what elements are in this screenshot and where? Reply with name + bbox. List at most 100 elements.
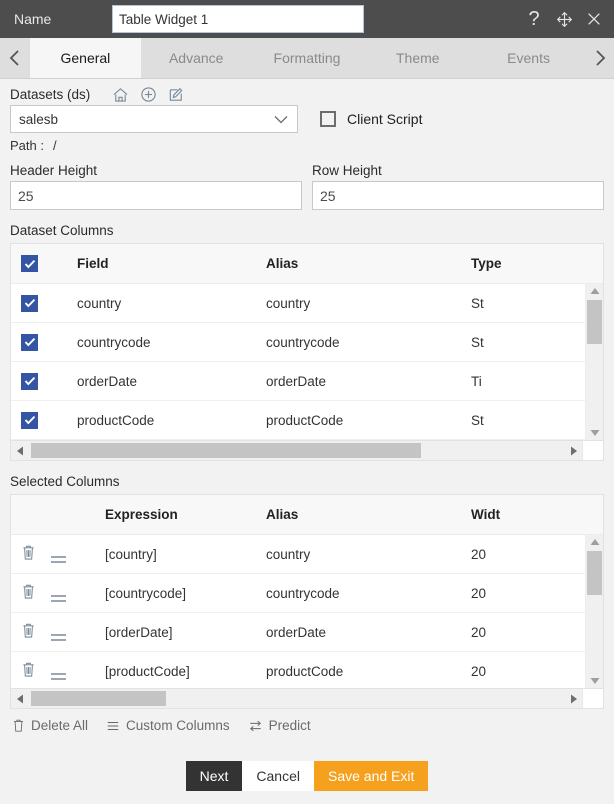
dataset-select[interactable]: salesb: [10, 105, 298, 133]
save-and-exit-button[interactable]: Save and Exit: [314, 761, 429, 791]
drag-row-cell: [51, 624, 89, 641]
cell-width[interactable]: 20: [469, 664, 586, 679]
tab-general[interactable]: General: [30, 38, 141, 78]
selected-columns-header-row: Expression Alias Widt: [11, 495, 603, 535]
scroll-up-icon[interactable]: [590, 535, 600, 549]
selected-columns-vertical-scrollbar[interactable]: [585, 535, 603, 688]
trash-icon[interactable]: [21, 661, 36, 678]
selected-columns-grid: Expression Alias Widt [country] country …: [10, 494, 604, 689]
client-script-checkbox[interactable]: [320, 111, 336, 127]
cell-type: St: [471, 295, 484, 311]
scroll-right-icon[interactable]: [565, 446, 582, 456]
tab-theme[interactable]: Theme: [362, 38, 474, 78]
column-header-type[interactable]: Type: [469, 256, 586, 271]
table-row[interactable]: country country St: [11, 284, 586, 323]
close-icon[interactable]: [584, 8, 604, 30]
row-height-input[interactable]: [312, 181, 604, 210]
delete-all-button[interactable]: Delete All: [12, 718, 88, 733]
cancel-button[interactable]: Cancel: [242, 761, 314, 791]
next-button[interactable]: Next: [185, 761, 243, 791]
cell-expression[interactable]: [country]: [89, 547, 264, 562]
select-all-checkbox[interactable]: [21, 255, 38, 272]
header-height-input[interactable]: [10, 181, 302, 210]
drag-handle-icon[interactable]: [51, 672, 66, 680]
cell-expression[interactable]: [orderDate]: [89, 625, 264, 640]
swap-arrows-icon: [248, 719, 263, 733]
selected-header-alias[interactable]: Alias: [264, 507, 469, 522]
tab-advance[interactable]: Advance: [140, 38, 252, 78]
cell-width[interactable]: 20: [469, 586, 586, 601]
vscroll-thumb[interactable]: [587, 551, 602, 595]
hscroll-track[interactable]: [28, 689, 565, 708]
question-mark-icon[interactable]: ?: [524, 8, 544, 30]
tabs-scroll-left-icon[interactable]: [0, 38, 30, 78]
cell-alias[interactable]: orderDate: [264, 625, 469, 640]
tab-formatting[interactable]: Formatting: [251, 38, 363, 78]
drag-handle-icon[interactable]: [51, 594, 66, 602]
cell-width[interactable]: 20: [469, 625, 586, 640]
trash-icon[interactable]: [21, 583, 36, 600]
selected-columns-body: [country] country 20 [countrycode] count…: [11, 535, 603, 688]
cell-alias: orderDate: [266, 373, 327, 389]
scroll-up-icon[interactable]: [590, 284, 600, 298]
delete-row-cell: [11, 661, 51, 681]
edit-icon[interactable]: [168, 86, 185, 103]
table-row[interactable]: [country] country 20: [11, 535, 586, 574]
chevron-down-icon: [273, 114, 289, 125]
drag-handle-icon[interactable]: [51, 555, 66, 563]
add-circle-icon[interactable]: [140, 86, 157, 103]
trash-icon[interactable]: [21, 544, 36, 561]
scroll-down-icon[interactable]: [590, 674, 600, 688]
vscroll-track[interactable]: [586, 298, 603, 426]
tab-events[interactable]: Events: [473, 38, 584, 78]
home-icon[interactable]: [112, 87, 129, 103]
cell-alias[interactable]: countrycode: [264, 586, 469, 601]
selected-header-expression[interactable]: Expression: [89, 507, 264, 522]
scroll-right-icon[interactable]: [565, 694, 582, 704]
cell-alias[interactable]: productCode: [264, 664, 469, 679]
vscroll-track[interactable]: [586, 549, 603, 674]
hscroll-thumb[interactable]: [31, 691, 166, 706]
table-row[interactable]: [productCode] productCode 20: [11, 652, 586, 688]
table-row[interactable]: countrycode countrycode St: [11, 323, 586, 362]
drag-handle-icon[interactable]: [51, 633, 66, 641]
column-header-field[interactable]: Field: [49, 256, 264, 271]
hscroll-thumb[interactable]: [31, 443, 421, 458]
client-script-toggle[interactable]: Client Script: [320, 111, 422, 127]
row-checkbox[interactable]: [21, 294, 38, 312]
vscroll-thumb[interactable]: [587, 300, 602, 344]
widget-name-input[interactable]: [112, 5, 364, 33]
scroll-down-icon[interactable]: [590, 426, 600, 440]
predict-button[interactable]: Predict: [248, 718, 311, 733]
scroll-left-icon[interactable]: [11, 446, 28, 456]
cell-alias: countrycode: [266, 334, 340, 350]
selected-header-width[interactable]: Widt: [469, 507, 586, 522]
tab-advance-label: Advance: [168, 50, 224, 66]
table-row[interactable]: productCode productCode St: [11, 401, 586, 440]
cell-width[interactable]: 20: [469, 547, 586, 562]
table-row[interactable]: [countrycode] countrycode 20: [11, 574, 586, 613]
table-row[interactable]: orderDate orderDate Ti: [11, 362, 586, 401]
table-row[interactable]: [orderDate] orderDate 20: [11, 613, 586, 652]
row-checkbox[interactable]: [21, 411, 38, 429]
dataset-columns-vertical-scrollbar[interactable]: [585, 284, 603, 440]
hscroll-track[interactable]: [28, 441, 565, 460]
row-checkbox-cell: [11, 411, 49, 429]
row-checkbox-cell: [11, 333, 49, 351]
tabs-scroll-right-icon[interactable]: [584, 38, 614, 78]
tab-formatting-label: Formatting: [273, 50, 341, 66]
custom-columns-button[interactable]: Custom Columns: [106, 718, 230, 733]
cell-expression[interactable]: [productCode]: [89, 664, 264, 679]
dataset-columns-horizontal-scrollbar[interactable]: [10, 441, 604, 461]
selected-columns-horizontal-scrollbar[interactable]: [10, 689, 604, 709]
scroll-left-icon[interactable]: [11, 694, 28, 704]
move-icon[interactable]: [554, 8, 574, 30]
trash-icon[interactable]: [21, 622, 36, 639]
cell-type: Ti: [471, 373, 482, 389]
row-checkbox[interactable]: [21, 333, 38, 351]
row-checkbox[interactable]: [21, 372, 38, 390]
cell-expression[interactable]: [countrycode]: [89, 586, 264, 601]
cell-field: countrycode: [77, 334, 151, 350]
column-header-alias[interactable]: Alias: [264, 256, 469, 271]
cell-alias[interactable]: country: [264, 547, 469, 562]
